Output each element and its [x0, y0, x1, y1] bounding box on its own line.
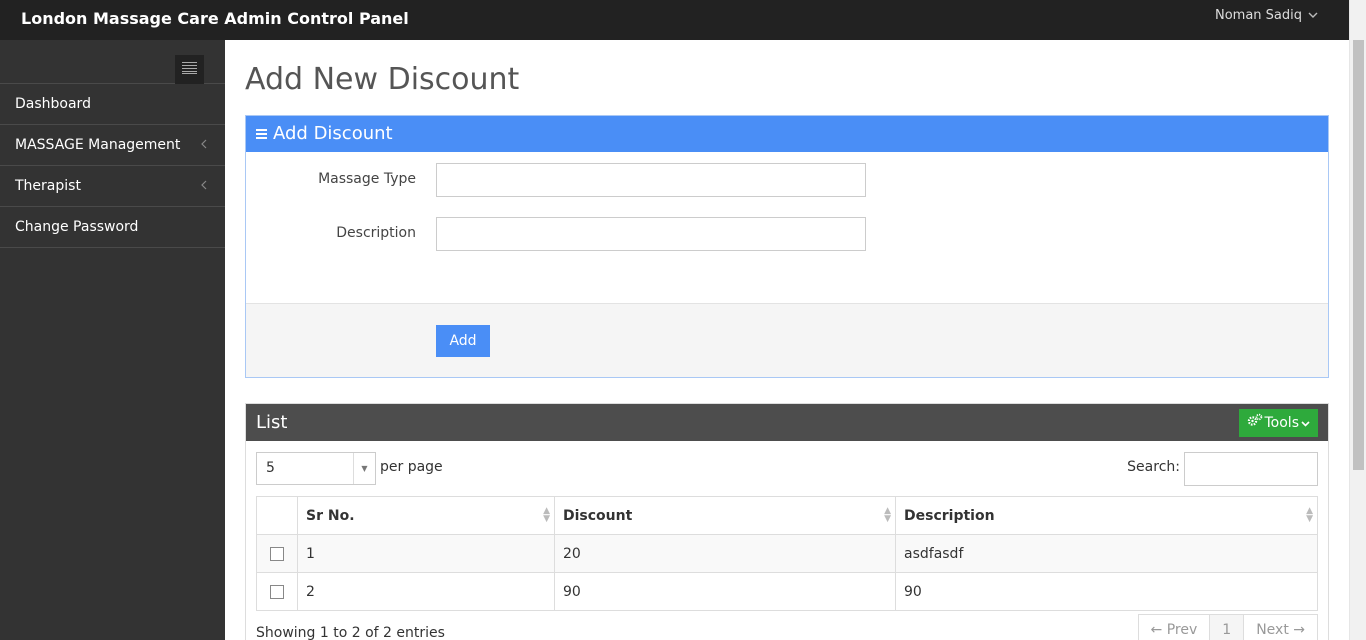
description-row: Description	[246, 217, 1328, 251]
sidebar-item-label: Dashboard	[15, 96, 91, 112]
pagination: ← Prev 1 Next →	[1137, 614, 1318, 640]
sidebar-item-label: Therapist	[15, 178, 81, 194]
column-header-sr-no[interactable]: Sr No. ▲ ▼	[297, 496, 555, 535]
user-menu[interactable]: Noman Sadiq	[1215, 8, 1318, 23]
caret-down-icon: ▼	[353, 453, 375, 484]
sidebar-item-label: Change Password	[15, 219, 139, 235]
user-name: Noman Sadiq	[1214, 8, 1302, 23]
massage-type-label: Massage Type	[318, 171, 416, 187]
form-footer: Add	[246, 303, 1328, 377]
page-button-current[interactable]: 1	[1209, 615, 1244, 640]
massage-type-input[interactable]	[436, 163, 866, 197]
chevron-left-icon	[201, 125, 207, 165]
list-icon	[256, 116, 267, 152]
panel-header: Add Discount	[246, 116, 1328, 152]
column-header-discount[interactable]: Discount ▲ ▼	[554, 496, 896, 535]
sidebar: Dashboard MASSAGE Management Therapist C…	[0, 40, 225, 640]
sidebar-header	[0, 40, 225, 84]
discount-cell: 90	[554, 572, 896, 611]
row-checkbox[interactable]	[270, 584, 284, 599]
prev-page-button[interactable]: ← Prev	[1139, 615, 1210, 640]
page-title: Add New Discount	[245, 62, 520, 97]
table-info: Showing 1 to 2 of 2 entries	[256, 625, 445, 640]
table-header-row: Sr No. ▲ ▼ Discount ▲ ▼ Description ▲ ▼	[256, 496, 1318, 535]
page-scrollbar[interactable]	[1349, 0, 1366, 640]
panel-heading: Add Discount	[273, 123, 393, 144]
sort-icon: ▲ ▼	[543, 506, 550, 524]
row-checkbox[interactable]	[270, 546, 284, 561]
add-button[interactable]: Add	[436, 325, 490, 357]
tools-label: Tools	[1264, 415, 1300, 431]
sidebar-item-change-password[interactable]: Change Password	[0, 207, 225, 248]
app-title[interactable]: London Massage Care Admin Control Panel	[21, 9, 409, 28]
top-navbar: London Massage Care Admin Control Panel …	[0, 0, 1366, 40]
discount-table: Sr No. ▲ ▼ Discount ▲ ▼ Description ▲ ▼ 1 2…	[256, 496, 1318, 611]
sidebar-toggle-button[interactable]	[175, 55, 204, 84]
sr-no-cell: 1	[297, 534, 555, 573]
select-column-header	[256, 496, 298, 535]
table-row: 1 20 asdfasdf	[256, 534, 1318, 573]
description-cell: 90	[895, 572, 1318, 611]
sort-icon: ▲ ▼	[1306, 506, 1313, 524]
column-header-description[interactable]: Description ▲ ▼	[895, 496, 1318, 535]
description-cell: asdfasdf	[895, 534, 1318, 573]
panel-header: List Tools	[246, 404, 1328, 441]
gears-icon	[1247, 409, 1263, 437]
per-page-value: 5	[266, 460, 275, 476]
massage-type-row: Massage Type	[246, 163, 1328, 197]
sort-icon: ▲ ▼	[884, 506, 891, 524]
menu-icon	[182, 61, 197, 78]
sidebar-item-therapist[interactable]: Therapist	[0, 166, 225, 207]
next-page-button[interactable]: Next →	[1243, 615, 1317, 640]
sidebar-item-massage-management[interactable]: MASSAGE Management	[0, 125, 225, 166]
discount-cell: 20	[554, 534, 896, 573]
list-panel: List Tools 5 ▼ per page Search: Sr No. ▲…	[245, 403, 1329, 640]
chevron-down-icon	[1308, 9, 1318, 22]
scrollbar-thumb[interactable]	[1353, 40, 1364, 470]
search-label: Search:	[1127, 459, 1180, 475]
table-row: 2 90 90	[256, 572, 1318, 611]
chevron-down-icon	[1301, 409, 1310, 437]
chevron-left-icon	[201, 166, 207, 206]
search-input[interactable]	[1184, 452, 1318, 486]
panel-heading: List	[256, 412, 288, 433]
add-discount-panel: Add Discount Massage Type Description Ad…	[245, 115, 1329, 378]
sr-no-cell: 2	[297, 572, 555, 611]
description-label: Description	[336, 225, 416, 241]
tools-button[interactable]: Tools	[1238, 409, 1318, 437]
sidebar-item-dashboard[interactable]: Dashboard	[0, 84, 225, 125]
sidebar-item-label: MASSAGE Management	[15, 137, 181, 153]
description-input[interactable]	[436, 217, 866, 251]
per-page-select[interactable]: 5 ▼	[256, 452, 376, 485]
row-select-cell	[256, 534, 298, 573]
per-page-label: per page	[380, 459, 443, 475]
row-select-cell	[256, 572, 298, 611]
